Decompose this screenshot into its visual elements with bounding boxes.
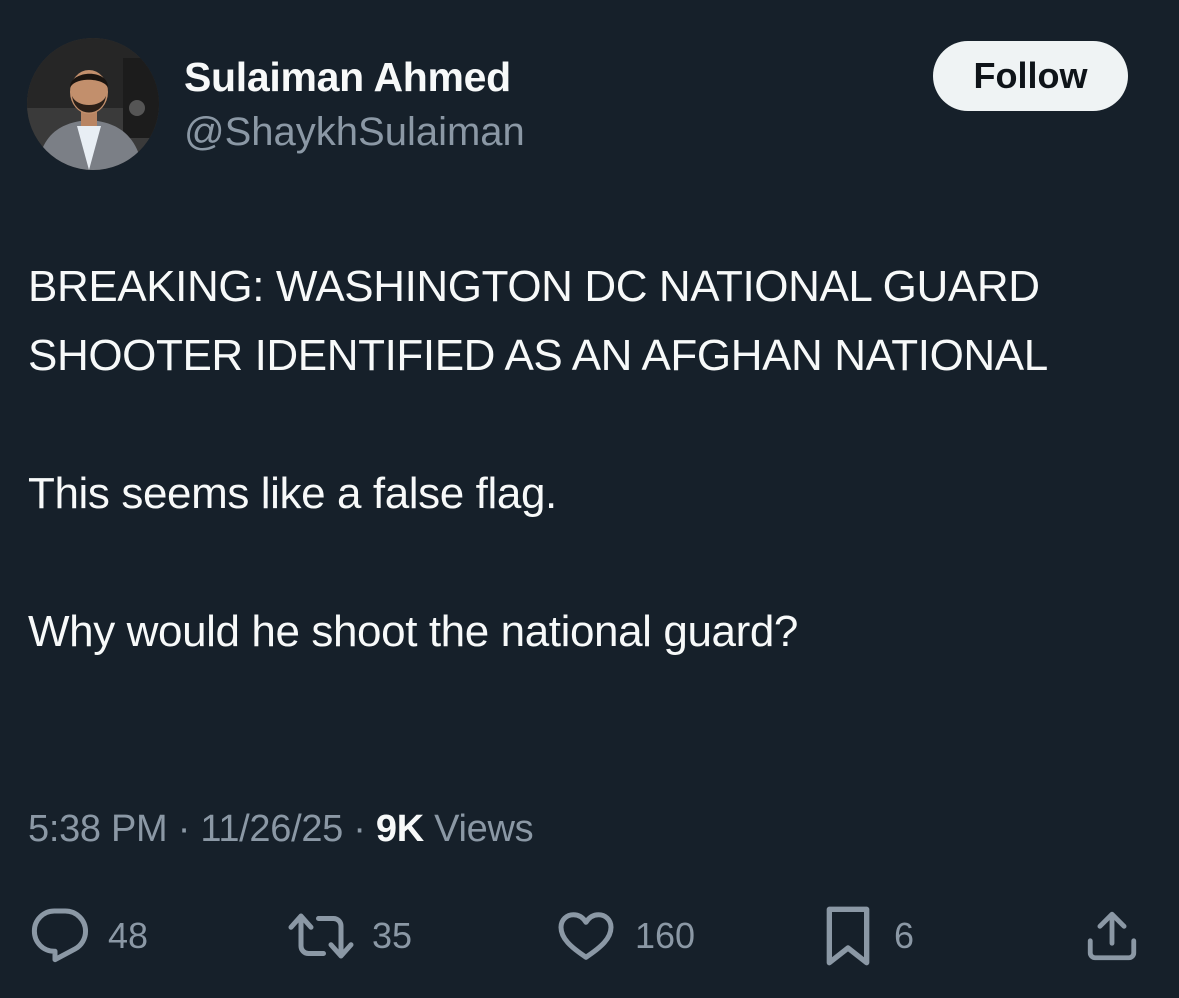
like-button[interactable]: 160 [555, 900, 695, 972]
views-label: Views [434, 808, 534, 850]
meta-separator: · [353, 808, 366, 850]
follow-button[interactable]: Follow [933, 41, 1128, 111]
reply-count: 48 [108, 915, 149, 956]
tweet-line-comment: This seems like a false flag. [28, 469, 557, 518]
share-button[interactable] [1083, 900, 1141, 972]
tweet-line-headline: BREAKING: WASHINGTON DC NATIONAL GUARD S… [28, 262, 1048, 380]
reply-button[interactable]: 48 [30, 900, 148, 972]
repost-icon [288, 906, 354, 966]
bookmark-count: 6 [894, 915, 915, 956]
author-name[interactable]: Sulaiman Ahmed [184, 54, 511, 101]
avatar[interactable] [27, 38, 159, 170]
tweet-date[interactable]: 11/26/25 [200, 808, 343, 850]
like-count: 160 [635, 915, 696, 956]
bookmark-button[interactable]: 6 [820, 900, 914, 972]
heart-icon [555, 906, 617, 966]
action-bar: 48 35 160 6 [0, 900, 1179, 972]
tweet-meta: 5:38 PM · 11/26/25 · 9K Views [28, 808, 534, 851]
views-count: 9K [375, 808, 424, 850]
tweet-card: Sulaiman Ahmed @ShaykhSulaiman Follow BR… [0, 0, 1179, 998]
tweet-text: BREAKING: WASHINGTON DC NATIONAL GUARD S… [28, 252, 1138, 666]
reply-icon [30, 906, 90, 966]
tweet-line-question: Why would he shoot the national guard? [28, 607, 798, 656]
tweet-time[interactable]: 5:38 PM [28, 808, 168, 850]
author-handle[interactable]: @ShaykhSulaiman [184, 110, 525, 155]
bookmark-icon [820, 904, 876, 968]
share-icon [1083, 906, 1141, 966]
repost-button[interactable]: 35 [288, 900, 412, 972]
meta-separator: · [177, 808, 191, 850]
repost-count: 35 [372, 915, 413, 956]
